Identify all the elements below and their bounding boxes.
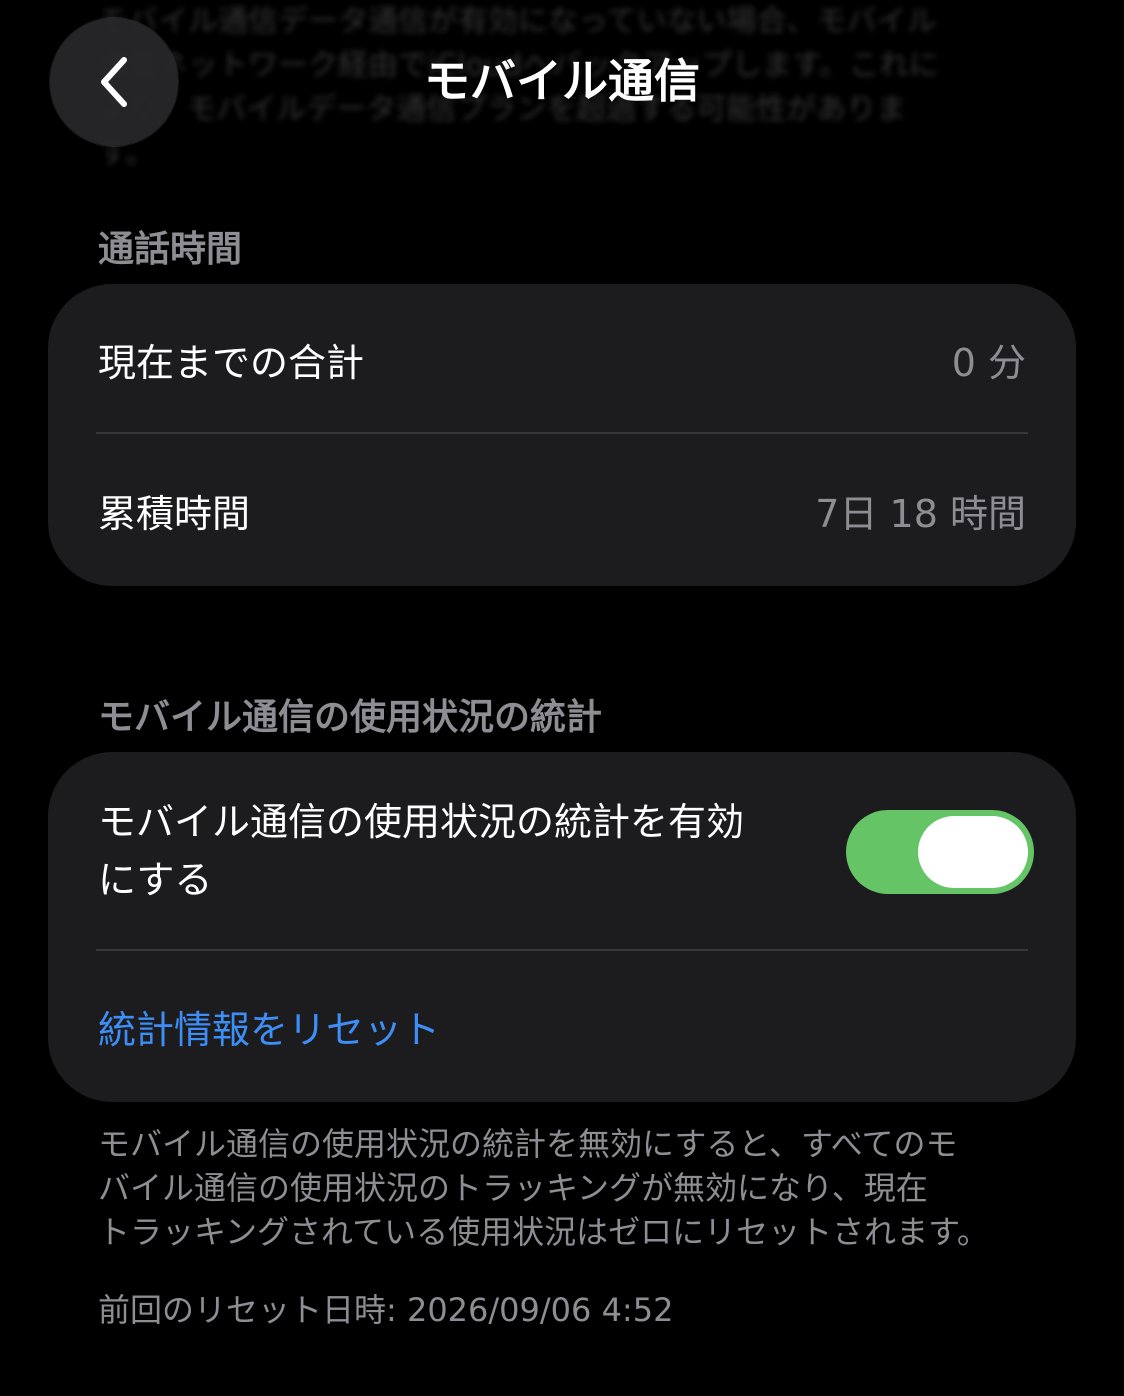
toggle-label: モバイル通信の使用状況の統計を有効 にする xyxy=(98,800,745,902)
reset-stats-row[interactable]: 統計情報をリセット xyxy=(48,950,1076,1102)
row-label: 累積時間 xyxy=(98,491,251,536)
usage-stats-card: モバイル通信の使用状況の統計を有効 にする 統計情報をリセット xyxy=(48,752,1076,1102)
row-enable-stats[interactable]: モバイル通信の使用状況の統計を有効 にする xyxy=(48,752,1076,950)
page-title: モバイル通信 xyxy=(424,54,700,108)
toggle-knob xyxy=(918,816,1028,888)
reset-stats-button[interactable]: 統計情報をリセット xyxy=(98,999,440,1054)
enable-stats-toggle[interactable] xyxy=(846,810,1034,894)
last-reset-text: 前回のリセット日時: 2026/09/06 4:52 xyxy=(98,1291,674,1329)
row-label: 現在までの合計 xyxy=(98,340,365,385)
usage-stats-footnote: モバイル通信の使用状況の統計を無効にすると、すべてのモ バイル通信の使用状況のト… xyxy=(98,1125,989,1251)
call-time-card: 現在までの合計 0 分 累積時間 7日 18 時間 xyxy=(48,284,1076,586)
row-value: 7日 18 時間 xyxy=(815,491,1026,536)
section-header-usage-stats: モバイル通信の使用状況の統計 xyxy=(98,697,603,738)
row-lifetime: 累積時間 7日 18 時間 xyxy=(48,434,1076,586)
section-header-call-time: 通話時間 xyxy=(98,229,243,270)
row-value: 0 分 xyxy=(951,340,1026,385)
row-current-total: 現在までの合計 0 分 xyxy=(48,284,1076,434)
